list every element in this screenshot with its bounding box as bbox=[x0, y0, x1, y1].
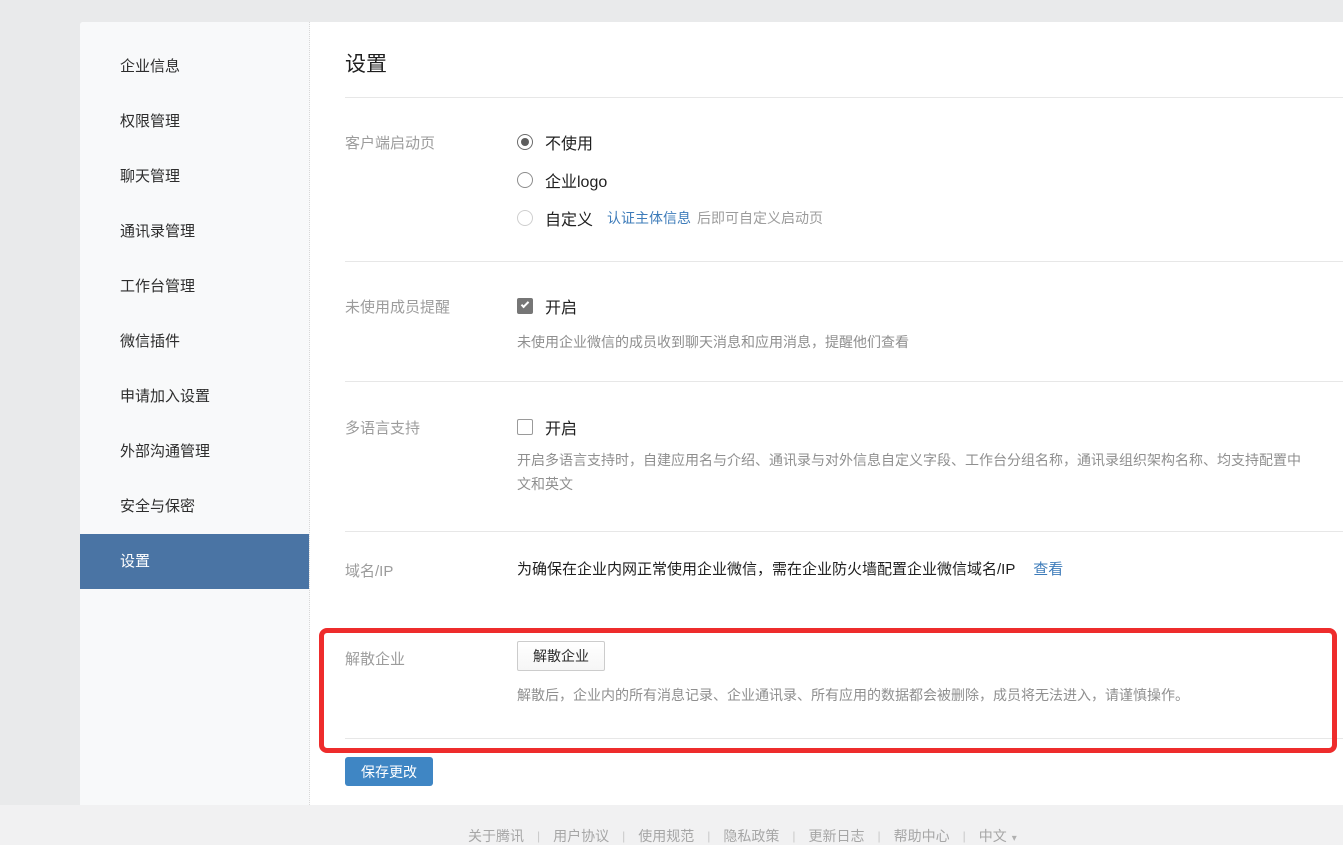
sidebar-item-label: 聊天管理 bbox=[120, 168, 180, 185]
sidebar-item-label: 设置 bbox=[120, 553, 150, 570]
checkbox-label: 开启 bbox=[545, 294, 577, 318]
footer-separator: | bbox=[963, 829, 966, 843]
domain-ip-row: 为确保在企业内网正常使用企业微信，需在企业防火墙配置企业微信域名/IP 查看 bbox=[517, 558, 1063, 579]
sidebar-item-label: 权限管理 bbox=[120, 113, 180, 130]
divider bbox=[345, 531, 1343, 532]
sidebar-item[interactable]: 微信插件 bbox=[80, 314, 309, 369]
footer-separator: | bbox=[622, 829, 625, 843]
radio-icon[interactable] bbox=[517, 172, 533, 188]
radio-label: 企业logo bbox=[545, 168, 607, 192]
custom-launch-suffix: 后即可自定义启动页 bbox=[697, 208, 823, 228]
page: 企业信息 权限管理 聊天管理 通讯录管理 工作台管理 微信插件 申请加入设置 外… bbox=[0, 0, 1343, 845]
divider bbox=[345, 97, 1343, 98]
footer-link[interactable]: 关于腾讯 bbox=[468, 826, 524, 845]
footer-separator: | bbox=[792, 829, 795, 843]
checkbox-label: 开启 bbox=[545, 415, 577, 439]
sidebar-item[interactable]: 安全与保密 bbox=[80, 479, 309, 534]
footer-link[interactable]: 更新日志 bbox=[809, 826, 865, 845]
main-panel: 设置 客户端启动页 不使用 企业logo 自定义 认证主体信息 后即可自定义启动… bbox=[310, 22, 1343, 805]
radio-label: 不使用 bbox=[545, 130, 593, 154]
unused-reminder-toggle[interactable]: 开启 bbox=[517, 294, 577, 318]
sidebar-item[interactable]: 通讯录管理 bbox=[80, 204, 309, 259]
sidebar-item[interactable]: 权限管理 bbox=[80, 94, 309, 149]
divider bbox=[345, 261, 1343, 262]
unused-reminder-label: 未使用成员提醒 bbox=[345, 296, 450, 317]
radio-disabled-icon[interactable] bbox=[517, 210, 533, 226]
radio-selected-icon[interactable] bbox=[517, 134, 533, 150]
footer-link[interactable]: 使用规范 bbox=[638, 826, 694, 845]
multilang-label: 多语言支持 bbox=[345, 417, 420, 438]
save-changes-button[interactable]: 保存更改 bbox=[345, 757, 433, 786]
radio-label: 自定义 bbox=[545, 206, 593, 230]
sidebar-item-label: 外部沟通管理 bbox=[120, 443, 210, 460]
domain-ip-text: 为确保在企业内网正常使用企业微信，需在企业防火墙配置企业微信域名/IP bbox=[517, 561, 1015, 578]
footer-separator: | bbox=[878, 829, 881, 843]
divider bbox=[345, 381, 1343, 382]
domain-ip-label: 域名/IP bbox=[345, 560, 393, 581]
sidebar-item-label: 企业信息 bbox=[120, 58, 180, 75]
radio-option-custom[interactable]: 自定义 认证主体信息 后即可自定义启动页 bbox=[517, 206, 823, 230]
chevron-down-icon: ▾ bbox=[1012, 833, 1017, 844]
dissolve-company-button[interactable]: 解散企业 bbox=[517, 641, 605, 671]
view-link[interactable]: 查看 bbox=[1033, 561, 1063, 578]
divider bbox=[345, 738, 1343, 739]
radio-option-company-logo[interactable]: 企业logo bbox=[517, 168, 607, 192]
page-title: 设置 bbox=[345, 48, 387, 78]
sidebar-item-label: 工作台管理 bbox=[120, 278, 195, 295]
sidebar-item[interactable]: 聊天管理 bbox=[80, 149, 309, 204]
footer-separator: | bbox=[537, 829, 540, 843]
sidebar-item-label: 通讯录管理 bbox=[120, 223, 195, 240]
multilang-toggle[interactable]: 开启 bbox=[517, 415, 577, 439]
sidebar-item-label: 安全与保密 bbox=[120, 498, 195, 515]
footer-link[interactable]: 用户协议 bbox=[553, 826, 609, 845]
sidebar-item-label: 申请加入设置 bbox=[120, 388, 210, 405]
checkbox-checked-icon[interactable] bbox=[517, 298, 533, 314]
footer-link[interactable]: 隐私政策 bbox=[723, 826, 779, 845]
sidebar-item[interactable]: 设置 bbox=[80, 534, 309, 589]
unused-reminder-description: 未使用企业微信的成员收到聊天消息和应用消息，提醒他们查看 bbox=[517, 330, 909, 354]
sidebar-nav: 企业信息 权限管理 聊天管理 通讯录管理 工作台管理 微信插件 申请加入设置 外… bbox=[80, 22, 310, 805]
verify-subject-info-link[interactable]: 认证主体信息 bbox=[607, 208, 691, 228]
sidebar-item[interactable]: 工作台管理 bbox=[80, 259, 309, 314]
footer-separator: | bbox=[707, 829, 710, 843]
footer-link[interactable]: 帮助中心 bbox=[894, 826, 950, 845]
dissolve-description: 解散后，企业内的所有消息记录、企业通讯录、所有应用的数据都会被删除，成员将无法进… bbox=[517, 683, 1189, 707]
sidebar-item[interactable]: 企业信息 bbox=[80, 39, 309, 94]
checkbox-unchecked-icon[interactable] bbox=[517, 419, 533, 435]
footer-language-selector[interactable]: 中文▾ bbox=[979, 826, 1017, 845]
sidebar-item-label: 微信插件 bbox=[120, 333, 180, 350]
footer-links: 关于腾讯 | 用户协议 | 使用规范 | 隐私政策 | 更新日志 | 帮助中心 | 中文▾ bbox=[468, 826, 1017, 845]
sidebar-item[interactable]: 外部沟通管理 bbox=[80, 424, 309, 479]
multilang-description: 开启多语言支持时，自建应用名与介绍、通讯录与对外信息自定义字段、工作台分组名称，… bbox=[517, 448, 1312, 496]
footer: 关于腾讯 | 用户协议 | 使用规范 | 隐私政策 | 更新日志 | 帮助中心 | 中文▾ bbox=[0, 805, 1343, 845]
check-icon bbox=[521, 300, 529, 308]
sidebar-item[interactable]: 申请加入设置 bbox=[80, 369, 309, 424]
client-launch-label: 客户端启动页 bbox=[345, 132, 435, 153]
content-card: 企业信息 权限管理 聊天管理 通讯录管理 工作台管理 微信插件 申请加入设置 外… bbox=[80, 22, 1343, 805]
radio-option-no-use[interactable]: 不使用 bbox=[517, 130, 593, 154]
dissolve-label: 解散企业 bbox=[345, 648, 405, 669]
